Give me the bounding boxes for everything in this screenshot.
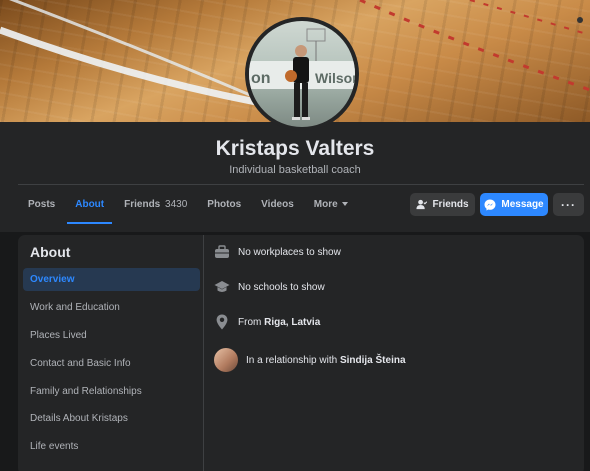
about-menu-family-relationships[interactable]: Family and Relationships xyxy=(23,380,200,403)
banner-text-left: on xyxy=(251,70,271,87)
relationship-prefix: In a relationship with xyxy=(246,354,338,366)
tab-friends[interactable]: Friends 3430 xyxy=(114,190,197,224)
friends-button-label: Friends xyxy=(432,199,469,210)
location-pin-icon xyxy=(214,314,230,330)
graduation-cap-icon xyxy=(214,279,230,295)
tab-about[interactable]: About xyxy=(65,190,114,224)
tab-friends-label: Friends xyxy=(124,199,161,210)
banner-text-right: Wilson xyxy=(315,70,355,86)
tab-about-label: About xyxy=(75,199,105,210)
profile-tabs: Posts About Friends 3430 Photos Videos M… xyxy=(18,190,358,224)
more-options-button[interactable]: ··· xyxy=(553,193,584,216)
friends-button[interactable]: Friends xyxy=(410,193,475,216)
tab-posts[interactable]: Posts xyxy=(18,190,65,224)
about-menu-overview[interactable]: Overview xyxy=(23,268,200,291)
tab-photos-label: Photos xyxy=(207,199,242,210)
more-options-icon: ··· xyxy=(561,197,576,212)
profile-name: Kristaps Valters xyxy=(215,137,375,160)
about-menu: Overview Work and Education Places Lived… xyxy=(23,268,200,463)
friends-count: 3430 xyxy=(165,199,188,210)
work-text: No workplaces to show xyxy=(238,246,341,258)
friend-check-icon xyxy=(416,199,428,210)
hometown-row: From Riga, Latvia xyxy=(214,314,320,330)
about-menu-life-events[interactable]: Life events xyxy=(23,435,200,458)
tab-more-label: More xyxy=(313,199,338,210)
about-title: About xyxy=(30,244,71,260)
profile-picture[interactable]: on Wilson xyxy=(245,17,359,131)
message-button-label: Message xyxy=(501,199,544,210)
avatar: on Wilson xyxy=(249,21,355,127)
about-menu-places-lived[interactable]: Places Lived xyxy=(23,324,200,347)
school-text: No schools to show xyxy=(238,281,325,293)
about-menu-work-education[interactable]: Work and Education xyxy=(23,296,200,319)
hometown-prefix: From xyxy=(238,316,262,328)
tab-more[interactable]: More xyxy=(304,190,358,224)
work-row: No workplaces to show xyxy=(214,244,341,260)
tab-photos[interactable]: Photos xyxy=(197,190,251,224)
about-menu-details[interactable]: Details About Kristaps xyxy=(23,407,200,430)
partner-avatar[interactable] xyxy=(214,348,238,372)
relationship-row: In a relationship with Sindija Šteina xyxy=(214,348,406,372)
messenger-icon xyxy=(484,199,496,210)
tab-videos-label: Videos xyxy=(261,199,294,210)
about-menu-contact-info[interactable]: Contact and Basic Info xyxy=(23,352,200,375)
relationship-text: In a relationship with Sindija Šteina xyxy=(246,355,406,366)
partner-link[interactable]: Sindija Šteina xyxy=(340,355,406,366)
header-divider xyxy=(18,184,584,185)
tab-videos[interactable]: Videos xyxy=(251,190,304,224)
about-sidebar: About Overview Work and Education Places… xyxy=(18,235,204,471)
tab-posts-label: Posts xyxy=(28,199,56,210)
briefcase-icon xyxy=(214,244,230,260)
hometown-link[interactable]: Riga, Latvia xyxy=(264,317,320,328)
hometown-text: From Riga, Latvia xyxy=(238,317,320,328)
caret-down-icon xyxy=(341,202,348,207)
about-overview: No workplaces to show No schools to show… xyxy=(214,235,574,471)
school-row: No schools to show xyxy=(214,279,325,295)
about-card: About Overview Work and Education Places… xyxy=(18,235,584,471)
message-button[interactable]: Message xyxy=(480,193,548,216)
profile-bio: Individual basketball coach xyxy=(229,164,361,176)
